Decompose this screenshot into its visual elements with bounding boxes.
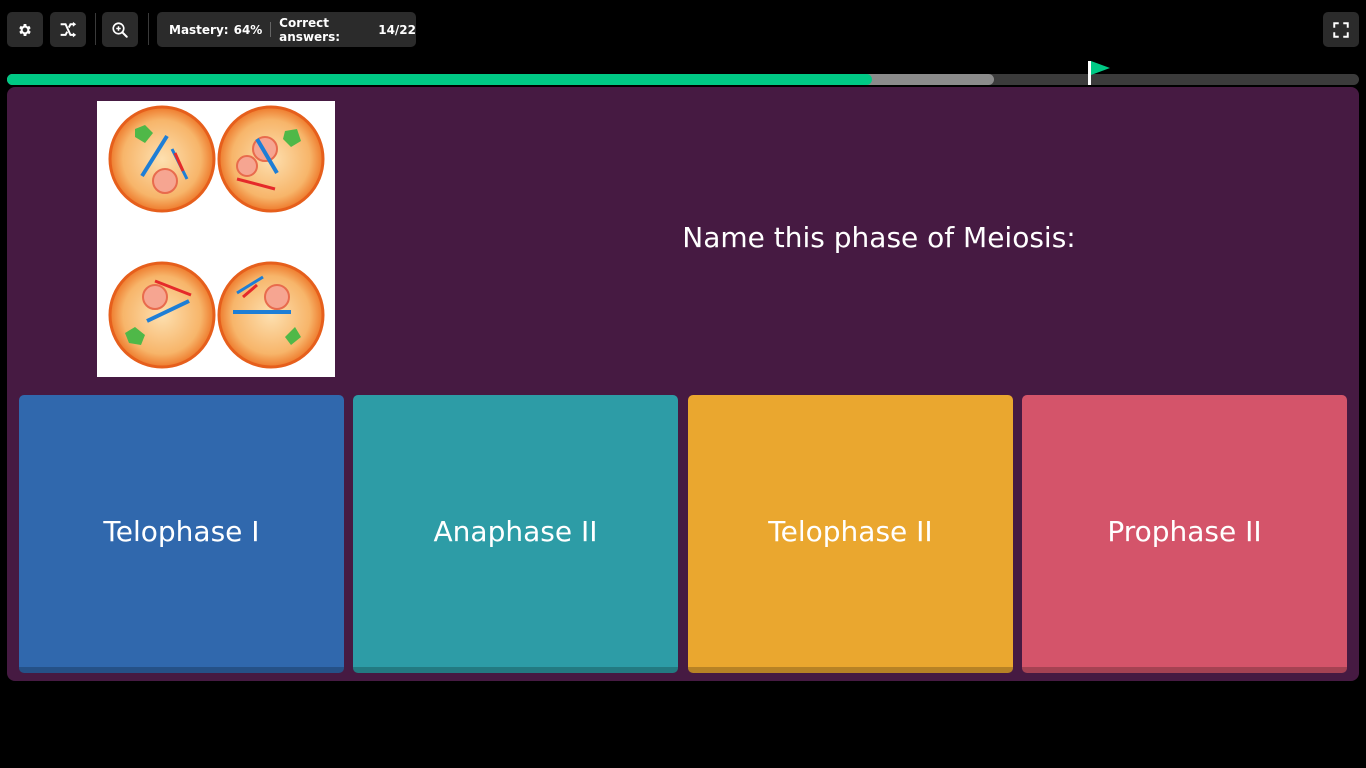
answer-option-label: Prophase II xyxy=(1107,514,1262,548)
progress-completed xyxy=(7,74,872,85)
correct-answers-value: 14/22 xyxy=(378,22,416,37)
settings-button[interactable] xyxy=(7,12,43,47)
cell-bottom-right xyxy=(217,261,325,369)
question-text: Name this phase of Meiosis: xyxy=(682,220,1076,254)
shuffle-icon xyxy=(60,21,77,37)
mastery-label: Mastery: xyxy=(169,22,229,37)
answer-option-label: Telophase I xyxy=(103,514,260,548)
toolbar-divider xyxy=(148,13,149,45)
toolbar-divider xyxy=(95,13,96,45)
stats-divider xyxy=(270,22,272,37)
gear-icon xyxy=(19,23,31,36)
answer-option-label: Anaphase II xyxy=(433,514,598,548)
fullscreen-icon xyxy=(1333,21,1349,38)
answer-option-3[interactable]: Telophase II xyxy=(688,395,1013,673)
cell-bottom-left xyxy=(108,261,216,369)
answer-option-label: Telophase II xyxy=(768,514,933,548)
correct-answers-label: Correct answers: xyxy=(279,15,341,44)
fullscreen-button[interactable] xyxy=(1323,12,1359,47)
mastery-value: 64% xyxy=(233,22,263,37)
goal-flag-icon xyxy=(1091,61,1110,75)
powerups-button[interactable] xyxy=(50,12,86,47)
cell-top-left xyxy=(108,105,216,213)
question-panel: Name this phase of Meiosis: Telophase I … xyxy=(7,87,1359,681)
answer-option-1[interactable]: Telophase I xyxy=(19,395,344,673)
zoom-button[interactable] xyxy=(102,12,138,47)
question-image xyxy=(97,101,335,377)
cell-top-right xyxy=(217,105,325,213)
zoom-in-icon xyxy=(112,21,128,38)
stats-panel: Mastery: 64% Correct answers: 14/22 xyxy=(157,12,416,47)
progress-bar xyxy=(7,74,1359,85)
meiosis-cells-illustration xyxy=(108,105,325,369)
answer-option-4[interactable]: Prophase II xyxy=(1022,395,1347,673)
answer-option-2[interactable]: Anaphase II xyxy=(353,395,678,673)
